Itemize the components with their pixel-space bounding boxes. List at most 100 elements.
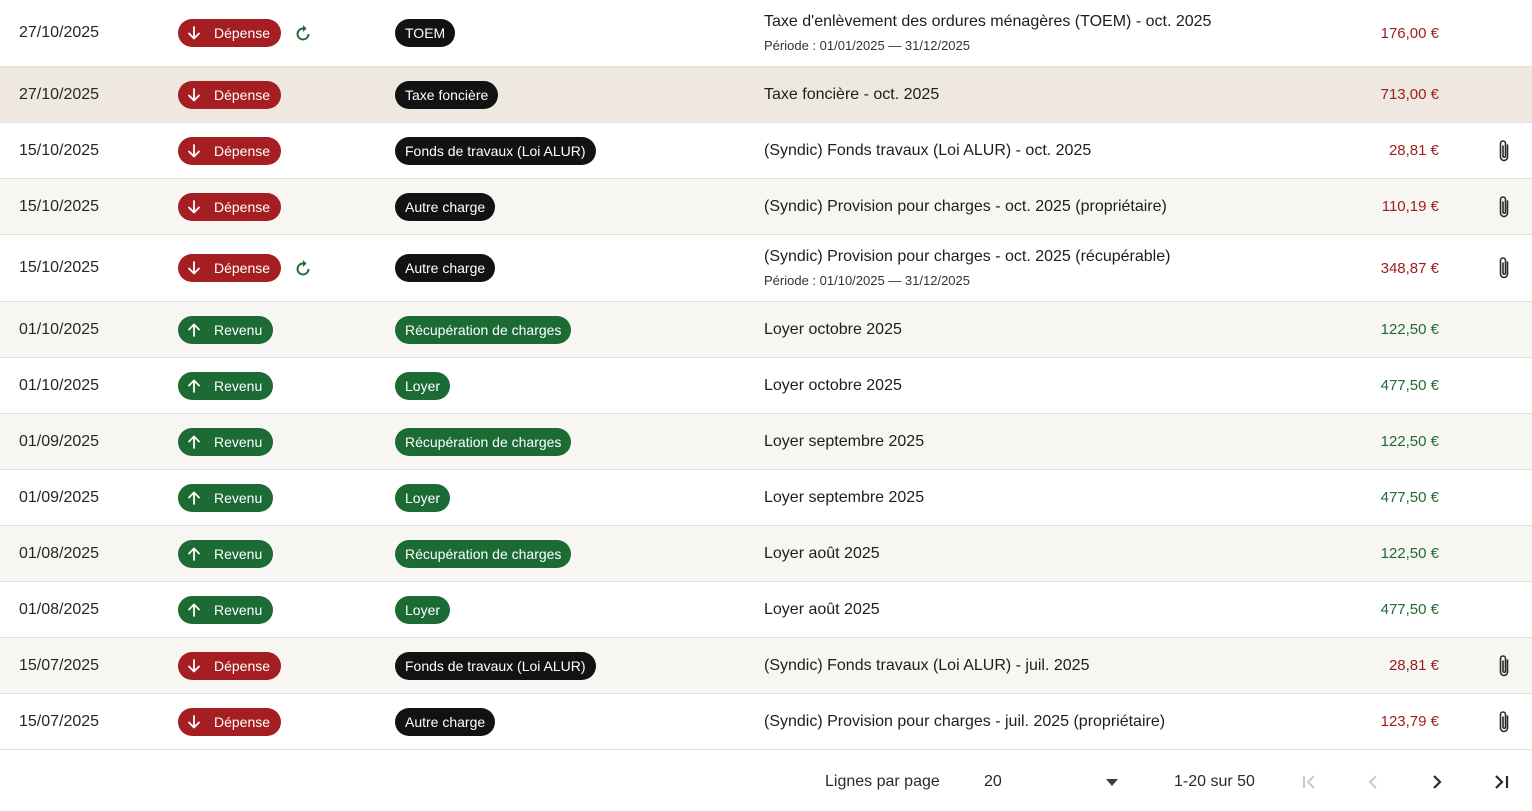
transaction-description: Loyer août 2025	[764, 600, 880, 618]
category-chip: Autre charge	[395, 254, 496, 282]
description-cell: (Syndic) Provision pour charges - oct. 2…	[764, 179, 1167, 234]
transaction-type-cell: Revenu	[178, 302, 274, 357]
paperclip-icon[interactable]	[1496, 138, 1512, 164]
transaction-date: 01/10/2025	[19, 320, 100, 338]
table-row[interactable]: 15/10/2025 Dépense Autre charge (Syndic) Pr…	[0, 235, 1532, 302]
transaction-type-cell: Revenu	[178, 470, 274, 525]
transaction-amount: 28,81 €	[1388, 142, 1439, 159]
transaction-type-label: Revenu	[214, 433, 263, 450]
table-row[interactable]: 15/07/2025 Dépense Fonds de travaux (Loi A…	[0, 638, 1532, 694]
transaction-type-chip: Revenu	[178, 371, 274, 400]
table-row[interactable]: 27/10/2025 Dépense Taxe foncière Taxe fonci…	[0, 67, 1532, 123]
transaction-date: 01/08/2025	[19, 544, 100, 562]
transaction-type-cell: Revenu	[178, 526, 274, 581]
transaction-amount: 110,19 €	[1381, 198, 1439, 215]
table-row[interactable]: 01/08/2025 Revenu Loyer Loyer août 2025 477,…	[0, 582, 1532, 638]
transaction-date: 15/10/2025	[19, 197, 100, 215]
table-row[interactable]: 15/10/2025 Dépense Autre charge (Syndic) Pr…	[0, 179, 1532, 235]
transaction-description: (Syndic) Fonds travaux (Loi ALUR) - oct.…	[764, 141, 1092, 159]
transaction-date: 01/08/2025	[19, 600, 100, 618]
first-page-button[interactable]	[1293, 766, 1325, 798]
amount-cell: 28,81 €	[1389, 638, 1439, 693]
transaction-date: 27/10/2025	[19, 85, 100, 103]
chevron-left-icon	[1368, 775, 1377, 789]
transaction-type-label: Dépense	[214, 142, 271, 159]
transaction-date: 15/07/2025	[19, 712, 100, 730]
table-row[interactable]: 01/10/2025 Revenu Loyer Loyer octobre 2025 4…	[0, 358, 1532, 414]
paperclip-icon[interactable]	[1496, 653, 1512, 679]
chevron-right-icon	[1433, 775, 1442, 789]
category-cell: Autre charge	[395, 694, 496, 749]
refresh-icon[interactable]	[293, 258, 313, 278]
transaction-type-cell: Revenu	[178, 358, 274, 413]
transaction-type-chip: Dépense	[178, 707, 282, 736]
category-cell: Loyer	[395, 470, 451, 525]
transaction-type-label: Dépense	[214, 198, 271, 215]
transaction-date: 01/09/2025	[19, 488, 100, 506]
transaction-amount: 122,50 €	[1380, 433, 1439, 450]
transaction-amount: 477,50 €	[1380, 489, 1439, 506]
transaction-amount: 176,00 €	[1380, 24, 1439, 42]
amount-cell: 28,81 €	[1389, 123, 1439, 178]
paperclip-icon[interactable]	[1496, 255, 1512, 281]
table-row[interactable]: 01/10/2025 Revenu Récupération de charges L…	[0, 302, 1532, 358]
transaction-date: 15/10/2025	[19, 259, 100, 276]
rows-per-page-label: Lignes par page	[825, 773, 940, 790]
description-cell: (Syndic) Provision pour charges - oct. 2…	[764, 235, 1170, 301]
refresh-icon[interactable]	[293, 23, 313, 43]
transaction-description: (Syndic) Fonds travaux (Loi ALUR) - juil…	[764, 656, 1090, 674]
description-cell: Loyer septembre 2025	[764, 470, 924, 525]
transaction-type-label: Revenu	[214, 601, 263, 618]
category-chip: TOEM	[395, 19, 456, 47]
attachment-cell	[1496, 638, 1512, 693]
transaction-type-chip: Revenu	[178, 595, 274, 624]
transaction-type-chip: Revenu	[178, 539, 274, 568]
arrow-up-icon	[186, 434, 208, 450]
amount-cell: 110,19 €	[1382, 179, 1439, 234]
category-cell: Loyer	[395, 582, 451, 637]
transaction-type-cell: Dépense	[178, 235, 313, 301]
amount-cell: 122,50 €	[1381, 526, 1439, 581]
amount-cell: 123,79 €	[1381, 694, 1439, 749]
transaction-type-cell: Dépense	[178, 0, 313, 66]
amount-cell: 477,50 €	[1381, 358, 1439, 413]
table-row[interactable]: 01/09/2025 Revenu Loyer Loyer septembre 202…	[0, 470, 1532, 526]
transaction-type-chip: Revenu	[178, 315, 274, 344]
amount-cell: 477,50 €	[1381, 582, 1439, 637]
category-chip: Loyer	[395, 483, 451, 512]
transaction-amount: 28,81 €	[1388, 657, 1439, 674]
attachment-cell	[1496, 235, 1512, 301]
attachment-cell	[1496, 123, 1512, 178]
paperclip-icon[interactable]	[1496, 709, 1512, 735]
amount-cell: 477,50 €	[1381, 470, 1439, 525]
category-cell: Autre charge	[395, 235, 496, 301]
next-page-button[interactable]	[1421, 766, 1453, 798]
category-cell: Récupération de charges	[395, 302, 572, 357]
previous-page-button[interactable]	[1357, 766, 1389, 798]
arrow-down-icon	[186, 260, 208, 276]
transaction-type-chip: Revenu	[178, 483, 274, 512]
caret-down-icon	[1106, 778, 1118, 786]
table-row[interactable]: 27/10/2025 Dépense TOEM Taxe d'enlèvement d…	[0, 0, 1532, 67]
transaction-type-chip: Dépense	[178, 254, 282, 282]
table-row[interactable]: 01/09/2025 Revenu Récupération de charges L…	[0, 414, 1532, 470]
transaction-period: Période : 01/01/2025 — 31/12/2025	[764, 38, 970, 53]
paperclip-icon[interactable]	[1496, 194, 1512, 220]
transaction-type-label: Dépense	[214, 657, 271, 674]
category-cell: TOEM	[395, 0, 456, 66]
attachment-cell	[1496, 694, 1512, 749]
transaction-date: 01/10/2025	[19, 376, 100, 394]
transaction-type-chip: Dépense	[178, 192, 282, 221]
transaction-description: Loyer septembre 2025	[764, 432, 925, 450]
description-cell: (Syndic) Fonds travaux (Loi ALUR) - juil…	[764, 638, 1089, 693]
table-row[interactable]: 01/08/2025 Revenu Récupération de charges L…	[0, 526, 1532, 582]
arrow-up-icon	[186, 546, 208, 562]
category-cell: Fonds de travaux (Loi ALUR)	[395, 123, 596, 178]
table-row[interactable]: 15/10/2025 Dépense Fonds de travaux (Loi A…	[0, 123, 1532, 179]
last-page-button[interactable]	[1485, 766, 1517, 798]
transaction-amount: 122,50 €	[1380, 321, 1439, 338]
arrow-down-icon	[186, 658, 208, 674]
arrow-down-icon	[186, 25, 208, 41]
table-row[interactable]: 15/07/2025 Dépense Autre charge (Syndic) Pr…	[0, 694, 1532, 750]
rows-per-page-select[interactable]: 20	[984, 769, 1126, 795]
